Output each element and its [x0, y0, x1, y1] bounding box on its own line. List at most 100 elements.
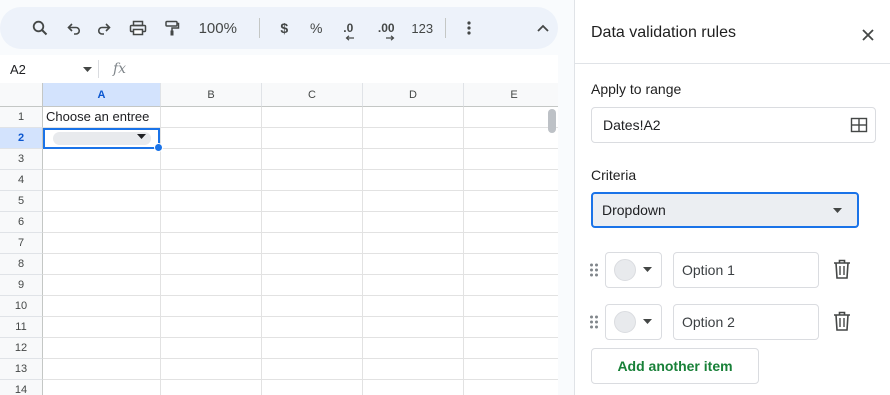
currency-format-button[interactable]: $: [269, 13, 299, 43]
cell-a1[interactable]: Choose an entree: [43, 107, 161, 128]
cell-b1[interactable]: [161, 107, 262, 128]
percent-format-button[interactable]: %: [301, 13, 331, 43]
cell-a10[interactable]: [43, 296, 161, 317]
option-1-input[interactable]: Option 1: [673, 252, 819, 288]
cell-d12[interactable]: [363, 338, 464, 359]
fill-handle[interactable]: [154, 143, 163, 152]
close-icon[interactable]: [860, 27, 876, 43]
cell-e5[interactable]: [464, 191, 558, 212]
row-header-5[interactable]: 5: [0, 191, 43, 212]
row-header-6[interactable]: 6: [0, 212, 43, 233]
row-header-10[interactable]: 10: [0, 296, 43, 317]
option-color-picker[interactable]: [605, 304, 662, 340]
cell-e4[interactable]: [464, 170, 558, 191]
cell-d1[interactable]: [363, 107, 464, 128]
cell-b14[interactable]: [161, 380, 262, 395]
cell-c4[interactable]: [262, 170, 363, 191]
cell-a13[interactable]: [43, 359, 161, 380]
cell-c11[interactable]: [262, 317, 363, 338]
increase-decimal-button[interactable]: .00: [371, 13, 401, 43]
cell-e9[interactable]: [464, 275, 558, 296]
cell-d4[interactable]: [363, 170, 464, 191]
cell-d7[interactable]: [363, 233, 464, 254]
undo-button[interactable]: [59, 13, 89, 43]
cell-b5[interactable]: [161, 191, 262, 212]
column-header-b[interactable]: B: [161, 83, 262, 107]
cell-e12[interactable]: [464, 338, 558, 359]
cell-a6[interactable]: [43, 212, 161, 233]
zoom-select[interactable]: 100%: [199, 13, 247, 43]
column-header-a[interactable]: A: [43, 83, 161, 107]
cell-c2[interactable]: [262, 128, 363, 149]
cell-c12[interactable]: [262, 338, 363, 359]
cell-e3[interactable]: [464, 149, 558, 170]
paint-format-button[interactable]: [157, 13, 187, 43]
cell-b12[interactable]: [161, 338, 262, 359]
cell-b13[interactable]: [161, 359, 262, 380]
row-header-8[interactable]: 8: [0, 254, 43, 275]
row-header-14[interactable]: 14: [0, 380, 43, 395]
cell-c6[interactable]: [262, 212, 363, 233]
add-another-item-button[interactable]: Add another item: [591, 348, 759, 384]
option-color-picker[interactable]: [605, 252, 662, 288]
cell-e2[interactable]: [464, 128, 558, 149]
row-header-2[interactable]: 2: [0, 128, 43, 149]
name-box[interactable]: A2: [0, 55, 98, 83]
cell-a2-dropdown[interactable]: [43, 128, 163, 152]
cell-a8[interactable]: [43, 254, 161, 275]
cell-e14[interactable]: [464, 380, 558, 395]
collapse-toolbar-button[interactable]: [528, 13, 558, 43]
cell-d3[interactable]: [363, 149, 464, 170]
spreadsheet-grid[interactable]: A B C D E 1 2 3 4 5 6 7 8 9 10 11 12 13 …: [0, 83, 558, 395]
cell-b4[interactable]: [161, 170, 262, 191]
criteria-select[interactable]: Dropdown: [591, 192, 859, 228]
column-header-c[interactable]: C: [262, 83, 363, 107]
cell-c3[interactable]: [262, 149, 363, 170]
select-all-corner[interactable]: [0, 83, 43, 107]
row-header-13[interactable]: 13: [0, 359, 43, 380]
cell-c1[interactable]: [262, 107, 363, 128]
cell-b10[interactable]: [161, 296, 262, 317]
cell-d2[interactable]: [363, 128, 464, 149]
cell-c7[interactable]: [262, 233, 363, 254]
option-2-input[interactable]: Option 2: [673, 304, 819, 340]
cell-a14[interactable]: [43, 380, 161, 395]
cell-e8[interactable]: [464, 254, 558, 275]
cell-b8[interactable]: [161, 254, 262, 275]
row-header-4[interactable]: 4: [0, 170, 43, 191]
cell-d13[interactable]: [363, 359, 464, 380]
delete-icon[interactable]: [833, 259, 851, 279]
cell-c9[interactable]: [262, 275, 363, 296]
cell-b9[interactable]: [161, 275, 262, 296]
print-button[interactable]: [123, 13, 153, 43]
cell-b2[interactable]: [161, 128, 262, 149]
cell-d11[interactable]: [363, 317, 464, 338]
cell-a9[interactable]: [43, 275, 161, 296]
cell-e6[interactable]: [464, 212, 558, 233]
select-range-icon[interactable]: [850, 116, 868, 134]
cell-c8[interactable]: [262, 254, 363, 275]
vertical-scrollbar[interactable]: [548, 109, 556, 133]
redo-button[interactable]: [89, 13, 119, 43]
column-header-d[interactable]: D: [363, 83, 464, 107]
delete-icon[interactable]: [833, 311, 851, 331]
column-header-e[interactable]: E: [464, 83, 558, 107]
cell-d9[interactable]: [363, 275, 464, 296]
dropdown-chip[interactable]: [53, 132, 151, 145]
row-header-3[interactable]: 3: [0, 149, 43, 170]
cell-a7[interactable]: [43, 233, 161, 254]
cell-b7[interactable]: [161, 233, 262, 254]
cell-c13[interactable]: [262, 359, 363, 380]
cell-a4[interactable]: [43, 170, 161, 191]
row-header-9[interactable]: 9: [0, 275, 43, 296]
search-menu-button[interactable]: [25, 13, 55, 43]
row-header-1[interactable]: 1: [0, 107, 43, 128]
cell-b11[interactable]: [161, 317, 262, 338]
cell-c14[interactable]: [262, 380, 363, 395]
cell-c5[interactable]: [262, 191, 363, 212]
number-format-button[interactable]: 123: [407, 13, 437, 43]
cell-a11[interactable]: [43, 317, 161, 338]
cell-e1[interactable]: [464, 107, 558, 128]
cell-e11[interactable]: [464, 317, 558, 338]
cell-d5[interactable]: [363, 191, 464, 212]
